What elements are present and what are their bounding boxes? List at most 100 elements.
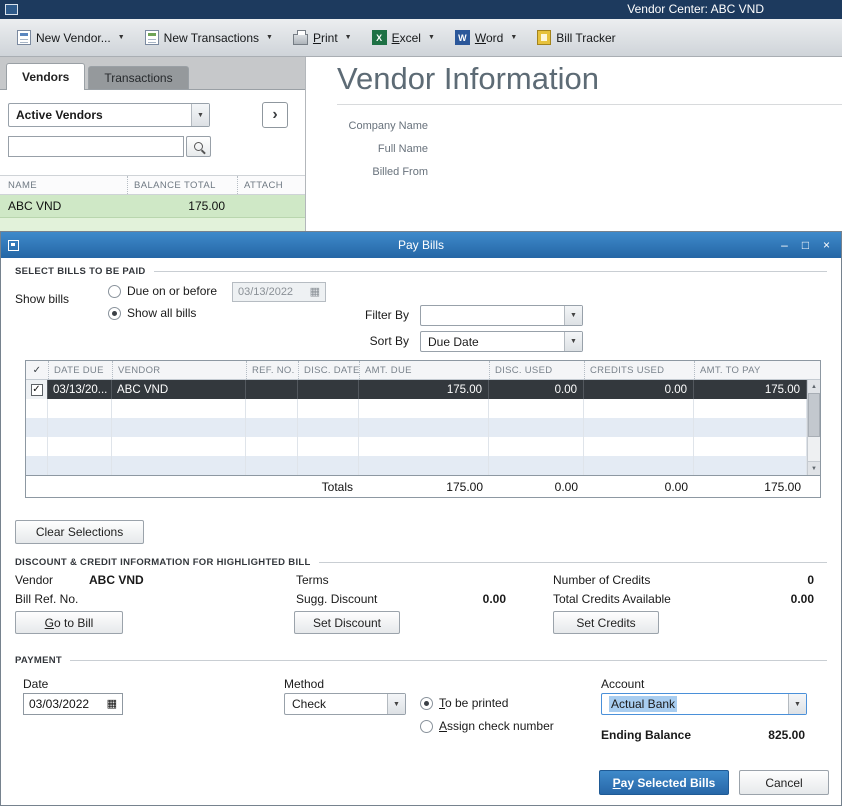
company-name-label: Company Name — [348, 120, 428, 132]
maximize-icon[interactable]: □ — [797, 238, 814, 252]
ending-balance-label: Ending Balance — [601, 728, 692, 742]
vendor-balance: 175.00 — [188, 199, 225, 213]
vendor-filter-dropdown[interactable]: Active Vendors ▼ — [8, 103, 210, 127]
radio-icon[interactable] — [108, 284, 121, 298]
sort-by-label: Sort By — [369, 334, 409, 348]
select-all-checkbox[interactable]: ✓ — [26, 361, 48, 379]
radio-selected-icon[interactable] — [420, 696, 433, 710]
print-button[interactable]: Print ▼ — [284, 26, 361, 49]
empty-row — [26, 399, 820, 418]
go-to-bill-button[interactable]: Go to Bill — [15, 611, 123, 634]
radio-icon[interactable] — [420, 719, 433, 733]
tab-transactions[interactable]: Transactions — [88, 66, 189, 89]
radio-selected-icon[interactable] — [108, 306, 121, 320]
bill-tracker-label: Bill Tracker — [556, 30, 616, 45]
print-icon — [292, 30, 308, 45]
new-transactions-button[interactable]: New Transactions ▼ — [136, 26, 282, 49]
vendor-filter-value: Active Vendors — [16, 108, 103, 122]
chevron-down-icon: ▼ — [510, 34, 518, 41]
cell-ref-no — [246, 380, 298, 399]
panel-tabs: Vendors Transactions — [0, 57, 305, 90]
search-button[interactable] — [186, 136, 211, 157]
set-credits-button[interactable]: Set Credits — [553, 611, 659, 634]
vendor-row-highlight — [0, 218, 305, 231]
empty-row — [26, 418, 820, 437]
cancel-button[interactable]: Cancel — [739, 770, 829, 795]
bill-tracker-button[interactable]: Bill Tracker — [528, 26, 624, 49]
clear-selections-button[interactable]: Clear Selections — [15, 520, 144, 544]
print-label: Print — [312, 30, 338, 45]
sort-by-dropdown[interactable]: Due Date ▼ — [420, 331, 583, 352]
payment-date-label: Date — [23, 677, 49, 691]
row-checkbox[interactable]: ✓ — [30, 383, 43, 396]
to-be-printed-radio[interactable]: To be printed — [420, 696, 508, 710]
word-label: Word — [474, 30, 504, 45]
bill-tracker-icon — [537, 30, 552, 45]
vendor-info-labels: Company Name Full Name Billed From — [307, 115, 428, 184]
chevron-down-icon[interactable]: ▼ — [564, 332, 582, 351]
tab-vendors[interactable]: Vendors — [6, 63, 86, 90]
account-dropdown[interactable]: Actual Bank ▼ — [601, 693, 807, 715]
dialog-title: Pay Bills — [397, 238, 444, 252]
total-credits-available-label: Total Credits Available — [553, 592, 671, 606]
word-button[interactable]: W Word ▼ — [446, 26, 526, 49]
scroll-down-icon[interactable]: ▼ — [808, 461, 820, 475]
expand-panel-button[interactable]: › — [262, 102, 288, 128]
bills-table-header: ✓ DATE DUE VENDOR REF. NO. DISC. DATE AM… — [26, 361, 820, 380]
due-date-value: 03/13/2022 — [238, 286, 294, 298]
sugg-discount-value: 0.00 — [482, 592, 506, 606]
cell-disc-date — [298, 380, 359, 399]
heading-divider — [337, 104, 842, 105]
main-window-title: Vendor Center: ABC VND — [627, 2, 764, 16]
minimize-icon[interactable]: – — [776, 238, 793, 252]
calendar-icon[interactable]: ▦ — [107, 698, 117, 710]
discount-section-heading: DISCOUNT & CREDIT INFORMATION FOR HIGHLI… — [15, 557, 827, 568]
vendor-value: ABC VND — [89, 573, 144, 587]
full-name-label: Full Name — [377, 143, 428, 155]
table-scrollbar[interactable]: ▲ ▼ — [807, 380, 820, 475]
pay-selected-bills-button[interactable]: Pay Selected Bills — [599, 770, 729, 795]
new-transactions-icon — [144, 30, 159, 45]
payment-method-dropdown[interactable]: Check ▼ — [284, 693, 406, 715]
set-discount-button[interactable]: Set Discount — [294, 611, 400, 634]
filter-by-dropdown[interactable]: ▼ — [420, 305, 583, 326]
dialog-titlebar: Pay Bills – □ × — [1, 232, 841, 258]
show-bills-label: Show bills — [15, 292, 70, 306]
toolbar: New Vendor... ▼ New Transactions ▼ Print… — [0, 19, 842, 57]
sugg-discount-label: Sugg. Discount — [296, 592, 378, 606]
cell-amt-due: 175.00 — [359, 380, 489, 399]
due-on-or-before-radio[interactable]: Due on or before — [108, 284, 217, 298]
pay-bills-dialog: Pay Bills – □ × SELECT BILLS TO BE PAID … — [0, 231, 842, 806]
chevron-down-icon[interactable]: ▼ — [564, 306, 582, 325]
show-all-bills-radio[interactable]: Show all bills — [108, 306, 196, 320]
to-be-printed-label: To be printed — [439, 696, 509, 710]
total-amt-to-pay: 175.00 — [764, 480, 801, 494]
vendor-list-item[interactable]: ABC VND 175.00 — [0, 195, 305, 218]
col-date-due: DATE DUE — [48, 361, 112, 379]
vendor-search-input[interactable] — [8, 136, 184, 157]
chevron-down-icon[interactable]: ▼ — [788, 694, 806, 714]
chevron-down-icon[interactable]: ▼ — [387, 694, 405, 714]
vendor-name: ABC VND — [8, 199, 62, 213]
chevron-right-icon: › — [272, 106, 278, 123]
cell-disc-used: 0.00 — [489, 380, 584, 399]
payment-date-field[interactable]: 03/03/2022 ▦ — [23, 693, 123, 715]
assign-check-number-radio[interactable]: Assign check number — [420, 719, 554, 733]
col-vendor: VENDOR — [112, 361, 246, 379]
scroll-up-icon[interactable]: ▲ — [808, 380, 820, 394]
cell-date-due: 03/13/20... — [48, 380, 112, 399]
new-vendor-button[interactable]: New Vendor... ▼ — [8, 26, 134, 49]
ending-balance-value: 825.00 — [768, 728, 805, 742]
cell-credits-used: 0.00 — [584, 380, 694, 399]
chevron-down-icon[interactable]: ▼ — [191, 104, 209, 126]
screen: Vendor Center: ABC VND New Vendor... ▼ N… — [0, 0, 842, 806]
excel-button[interactable]: X Excel ▼ — [363, 26, 444, 49]
new-vendor-icon — [17, 30, 31, 45]
col-balance-total: BALANCE TOTAL — [127, 176, 237, 194]
sort-by-value: Due Date — [428, 334, 479, 349]
close-icon[interactable]: × — [818, 238, 835, 252]
scrollbar-thumb[interactable] — [808, 393, 820, 437]
bill-row-selected[interactable]: ✓ 03/13/20... ABC VND 175.00 0.00 0.00 1… — [26, 380, 820, 399]
total-credits-available-value: 0.00 — [790, 592, 814, 606]
col-amt-to-pay: AMT. TO PAY — [694, 361, 820, 379]
